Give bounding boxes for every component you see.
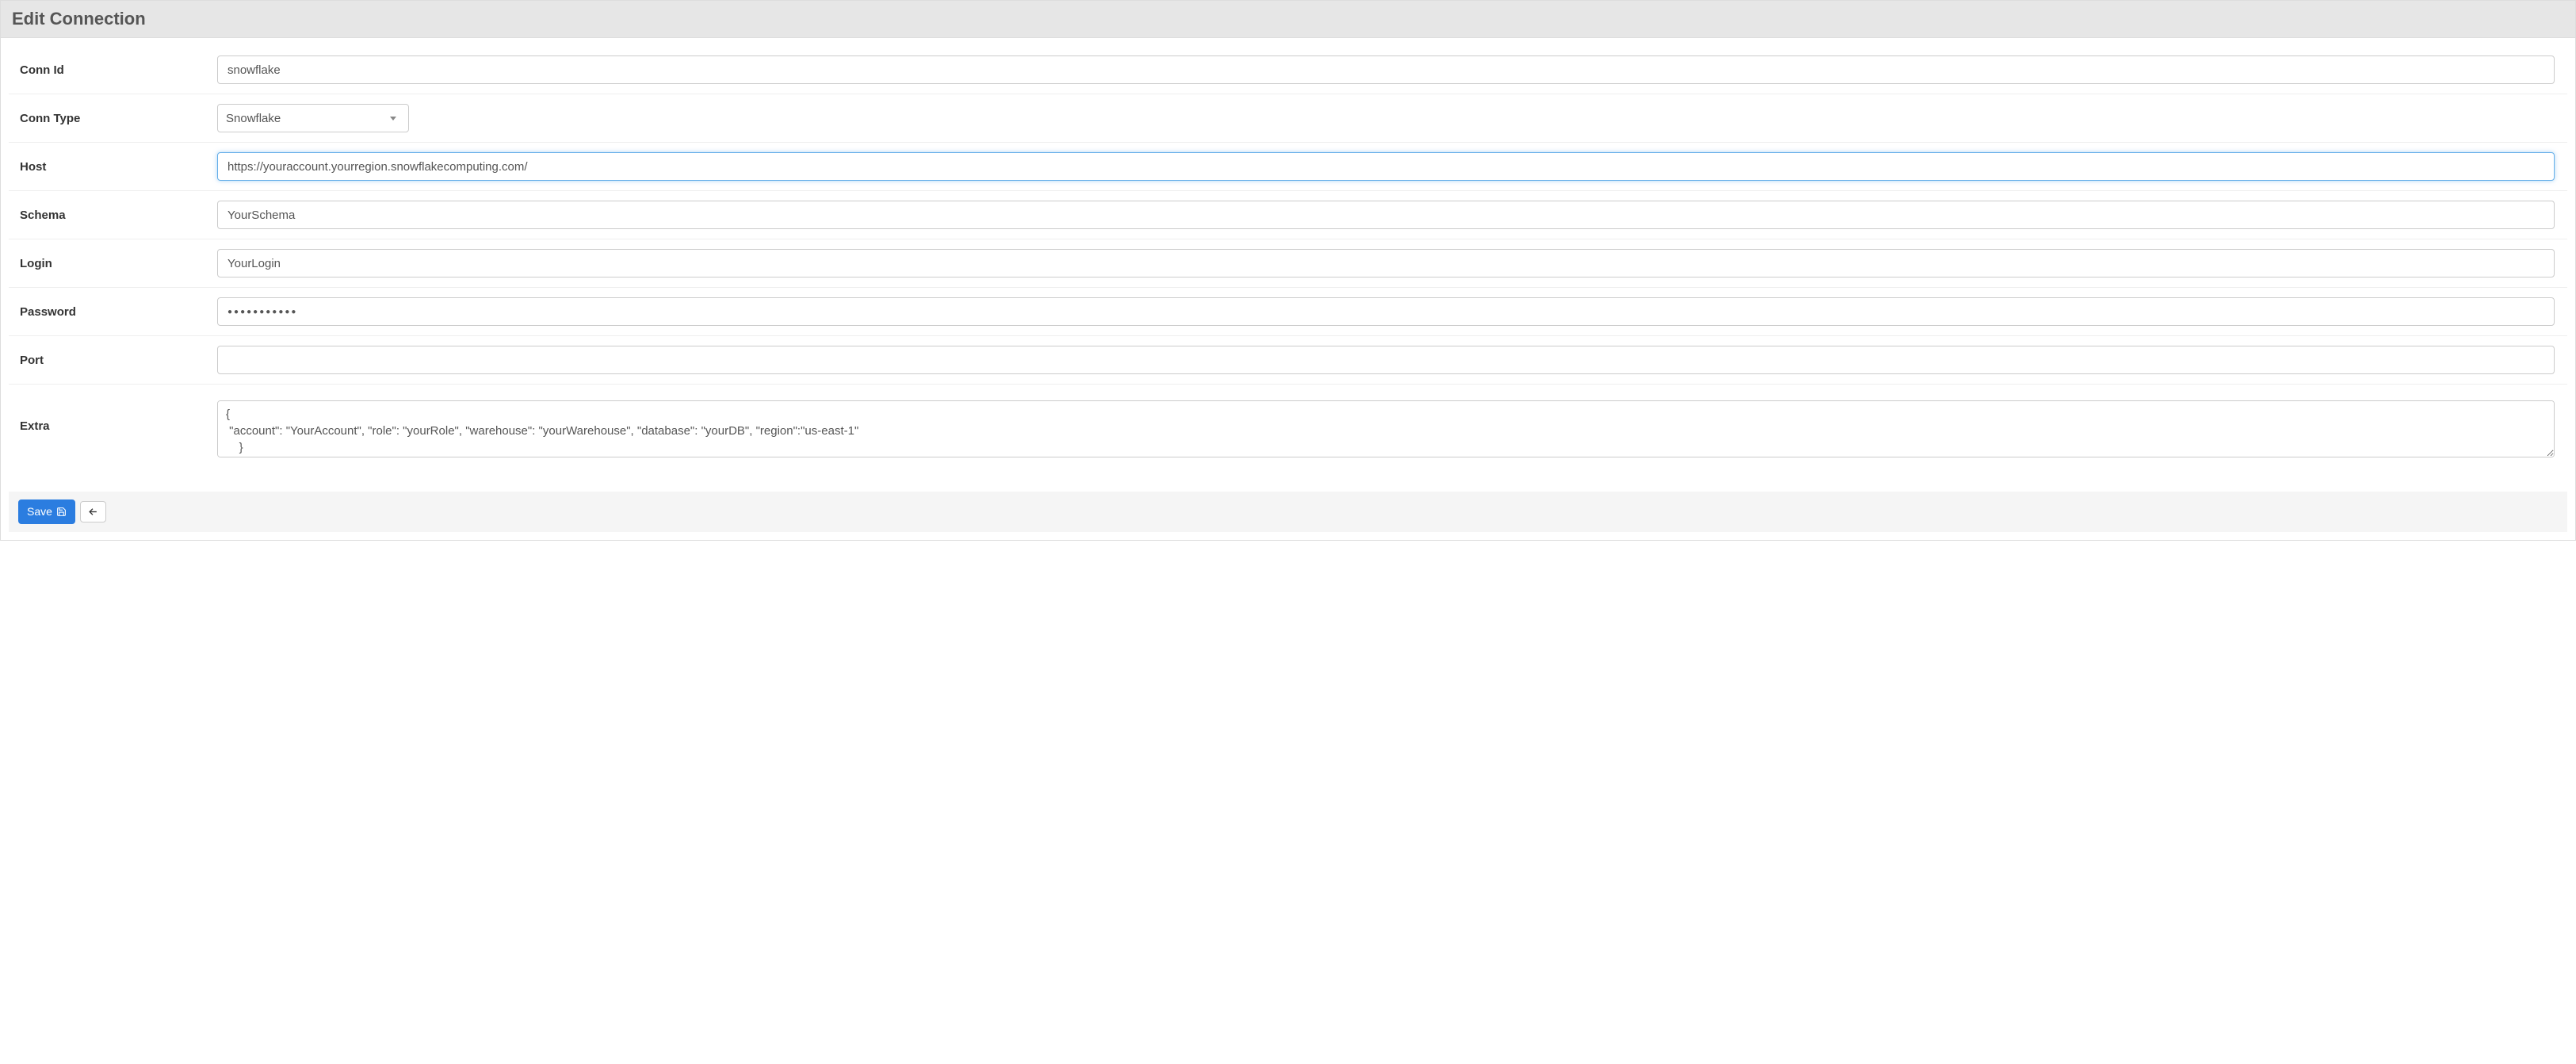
conn-type-select[interactable]: Snowflake xyxy=(217,104,409,132)
password-input[interactable] xyxy=(217,297,2555,326)
form-panel: Conn Id Conn Type Snowflake Host xyxy=(0,37,2576,541)
row-login: Login xyxy=(9,239,2567,288)
row-port: Port xyxy=(9,336,2567,385)
port-input[interactable] xyxy=(217,346,2555,374)
label-host: Host xyxy=(15,160,217,174)
row-conn-type: Conn Type Snowflake xyxy=(9,94,2567,143)
row-conn-id: Conn Id xyxy=(9,46,2567,94)
label-login: Login xyxy=(15,257,217,270)
label-schema: Schema xyxy=(15,209,217,222)
row-schema: Schema xyxy=(9,191,2567,239)
page-header: Edit Connection xyxy=(0,0,2576,37)
row-host: Host xyxy=(9,143,2567,191)
row-extra: Extra xyxy=(9,385,2567,476)
arrow-left-icon xyxy=(88,507,98,517)
page-title: Edit Connection xyxy=(12,9,2564,29)
label-port: Port xyxy=(15,354,217,367)
row-password: Password xyxy=(9,288,2567,336)
chevron-down-icon xyxy=(386,111,400,125)
label-conn-id: Conn Id xyxy=(15,63,217,77)
save-button-label: Save xyxy=(27,505,52,519)
footer-actions: Save xyxy=(9,492,2567,532)
label-conn-type: Conn Type xyxy=(15,112,217,125)
extra-textarea[interactable] xyxy=(217,400,2555,457)
form-content: Conn Id Conn Type Snowflake Host xyxy=(1,38,2575,484)
back-button[interactable] xyxy=(80,501,106,522)
save-button[interactable]: Save xyxy=(18,499,75,524)
save-icon xyxy=(56,507,67,517)
label-password: Password xyxy=(15,305,217,319)
label-extra: Extra xyxy=(15,400,217,433)
login-input[interactable] xyxy=(217,249,2555,277)
conn-type-selected-text: Snowflake xyxy=(226,112,281,125)
schema-input[interactable] xyxy=(217,201,2555,229)
conn-id-input[interactable] xyxy=(217,55,2555,84)
host-input[interactable] xyxy=(217,152,2555,181)
